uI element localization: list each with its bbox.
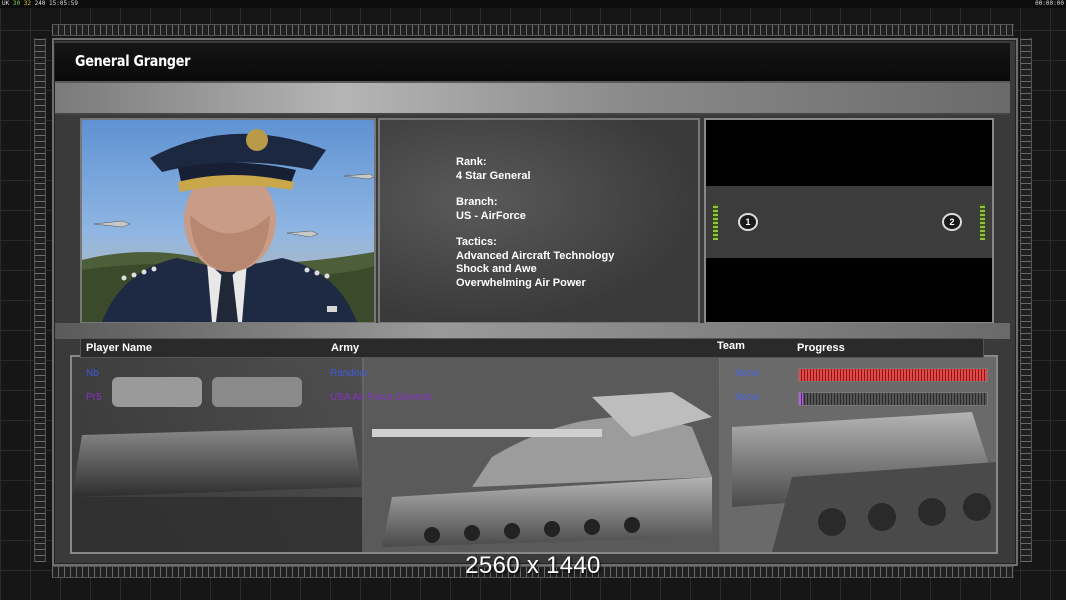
player-team: None xyxy=(735,368,759,379)
branch-value: US - AirForce xyxy=(456,209,526,222)
player-area-background xyxy=(70,355,998,554)
general-portrait xyxy=(80,118,376,324)
header-shade xyxy=(55,83,1010,115)
section-divider xyxy=(55,323,1010,339)
status-clock: 15:05:59 xyxy=(49,0,78,7)
column-army: Army xyxy=(331,342,360,354)
player-table-header: Player Name Army Team Progress xyxy=(80,338,984,358)
left-ruler xyxy=(34,38,46,562)
tank-artwork xyxy=(72,357,996,552)
map-wall-right xyxy=(980,204,985,240)
map-preview: 1 2 xyxy=(704,118,994,324)
player-army: USA Air Force General xyxy=(330,392,432,403)
map-terrain: 1 2 xyxy=(706,186,992,258)
player-row: Nb Random None xyxy=(80,366,990,382)
resolution-overlay: 2560 x 1440 xyxy=(465,552,601,579)
tactic-item: Overwhelming Air Power xyxy=(456,276,586,289)
right-ruler xyxy=(1020,38,1032,562)
header-bar: General Granger xyxy=(55,43,1010,83)
player-row: Pr5 USA Air Force General None xyxy=(80,390,990,406)
portrait-image xyxy=(82,129,374,322)
rank-label: Rank: xyxy=(456,156,487,168)
column-team: Team xyxy=(717,340,745,352)
player-army: Random xyxy=(330,368,368,379)
progress-bar xyxy=(798,368,988,382)
spawn-marker-2[interactable]: 2 xyxy=(942,213,962,231)
map-wall-left xyxy=(713,204,718,240)
player-team: None xyxy=(735,392,759,403)
branch-label: Branch: xyxy=(456,196,498,208)
progress-bar xyxy=(798,392,988,406)
player-name: Nb xyxy=(86,368,99,379)
status-bar: UK 30 32 240 15:05:59 00:00:00 xyxy=(0,0,1066,8)
progress-fill xyxy=(799,393,803,405)
tactic-item: Shock and Awe xyxy=(456,263,537,275)
player-name: Pr5 xyxy=(86,392,102,403)
general-title: General Granger xyxy=(75,52,191,70)
tactic-item: Advanced Aircraft Technology xyxy=(456,249,615,262)
top-ruler xyxy=(52,24,1014,36)
general-info-panel: Rank: 4 Star General Branch: US - AirFor… xyxy=(378,118,700,324)
tactics-label: Tactics: xyxy=(456,236,497,248)
status-right-clock: 00:00:00 xyxy=(1035,0,1064,7)
rank-value: 4 Star General xyxy=(456,169,531,182)
column-progress: Progress xyxy=(797,342,845,354)
status-left: UK 30 32 240 15:05:59 xyxy=(2,0,78,7)
column-player-name: Player Name xyxy=(86,342,153,354)
general-info-text: Rank: 4 Star General Branch: US - AirFor… xyxy=(456,156,614,290)
spawn-marker-1[interactable]: 1 xyxy=(738,213,758,231)
progress-fill xyxy=(799,369,987,381)
